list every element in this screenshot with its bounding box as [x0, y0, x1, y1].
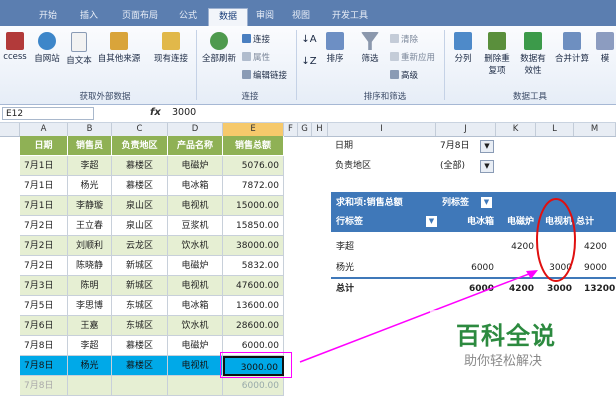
watermark: 百科全说 助你轻松解决 [430, 310, 616, 395]
annotation-red-circle [536, 198, 576, 282]
watermark-subtitle: 助你轻松解决 [464, 354, 543, 369]
watermark-title: 百科全说 [456, 322, 556, 350]
